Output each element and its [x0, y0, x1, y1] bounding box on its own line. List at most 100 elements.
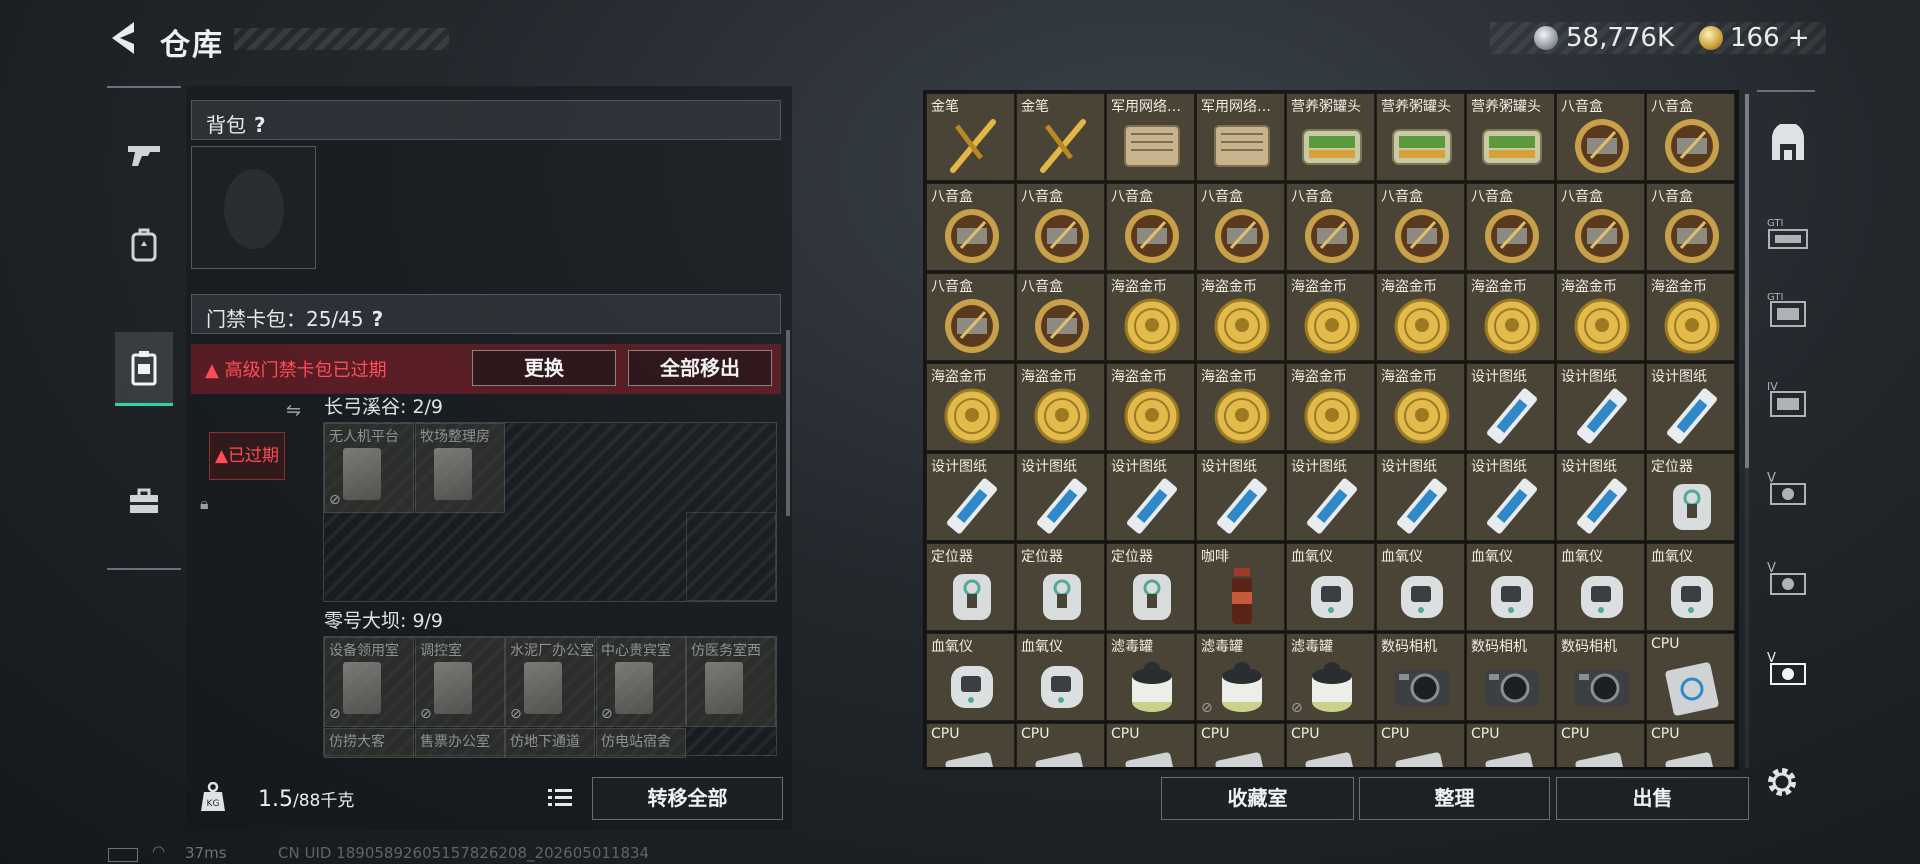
sell-button[interactable]: 出售 [1556, 777, 1749, 820]
item-cell[interactable]: 海盗金币 [1376, 363, 1465, 451]
item-cell[interactable]: 定位器 [1016, 543, 1105, 631]
item-cell[interactable]: 定位器 [1106, 543, 1195, 631]
key-slot[interactable]: 设备领用室 ⊘ [324, 637, 414, 727]
item-cell[interactable]: 八音盒 [1016, 183, 1105, 271]
item-cell[interactable]: 八音盒 [926, 273, 1015, 361]
transfer-all-button[interactable]: 转移全部 [592, 777, 783, 820]
item-cell[interactable]: 定位器 [1646, 453, 1735, 541]
keycard-help-icon[interactable]: ? [372, 307, 384, 331]
key-slot[interactable]: 水泥厂办公室 ⊘ [505, 637, 595, 727]
category-v1[interactable]: V [1763, 460, 1813, 516]
item-cell[interactable]: 八音盒 [1376, 183, 1465, 271]
item-cell[interactable]: 设计图纸 [1376, 453, 1465, 541]
item-cell[interactable]: 海盗金币 [926, 363, 1015, 451]
expired-keycard[interactable]: ▲已过期 [209, 432, 285, 480]
key-slot[interactable]: 仿电站宿舍 [596, 728, 686, 758]
item-cell[interactable]: 海盗金币 [1286, 363, 1375, 451]
sort-button[interactable]: 整理 [1359, 777, 1550, 820]
item-cell[interactable]: 滤毒罐 ⊘ [1286, 633, 1375, 721]
item-cell[interactable]: 滤毒罐 ⊘ [1196, 633, 1285, 721]
item-cell[interactable]: 海盗金币 [1376, 273, 1465, 361]
item-cell[interactable]: 滤毒罐 [1106, 633, 1195, 721]
item-cell[interactable]: 八音盒 [1646, 183, 1735, 271]
key-slot[interactable]: 售票办公室 [415, 728, 505, 758]
swap-icon[interactable]: ⇋ [286, 400, 301, 421]
item-cell[interactable]: 营养粥罐头 [1286, 93, 1375, 181]
replace-button[interactable]: 更换 [472, 350, 616, 386]
item-cell[interactable]: 八音盒 [1646, 93, 1735, 181]
item-cell[interactable]: 海盗金币 [1106, 273, 1195, 361]
remove-all-button[interactable]: 全部移出 [628, 350, 772, 386]
item-cell[interactable]: 设计图纸 [1196, 453, 1285, 541]
key-slot[interactable]: 无人机平台 ⊘ [324, 423, 414, 513]
item-cell[interactable]: 海盗金币 [1556, 273, 1645, 361]
item-cell[interactable]: 数码相机 [1376, 633, 1465, 721]
item-cell[interactable]: 定位器 [926, 543, 1015, 631]
item-cell[interactable]: 血氧仪 [1016, 633, 1105, 721]
nav-armor[interactable] [115, 208, 173, 282]
item-cell[interactable]: 金笔 [1016, 93, 1105, 181]
collection-room-button[interactable]: 收藏室 [1161, 777, 1354, 820]
warehouse-scrollbar[interactable] [1745, 94, 1749, 468]
settings-button[interactable] [1762, 762, 1802, 802]
backpack-slot[interactable] [191, 146, 316, 269]
item-cell[interactable]: 设计图纸 [1556, 453, 1645, 541]
category-v2[interactable]: V [1763, 550, 1813, 606]
category-iv[interactable]: IV [1763, 370, 1813, 426]
nav-keycard[interactable] [115, 332, 173, 406]
item-cell[interactable]: 海盗金币 [1196, 363, 1285, 451]
item-cell[interactable]: 八音盒 [1016, 273, 1105, 361]
item-cell[interactable]: 设计图纸 [1646, 363, 1735, 451]
item-cell[interactable]: 八音盒 [1466, 183, 1555, 271]
item-cell[interactable]: CPU [1106, 723, 1195, 767]
item-cell[interactable]: 设计图纸 [926, 453, 1015, 541]
item-cell[interactable]: 海盗金币 [1466, 273, 1555, 361]
item-cell[interactable]: 军用网络… [1196, 93, 1285, 181]
key-slot[interactable]: 仿地下通道 [505, 728, 595, 758]
item-cell[interactable]: CPU [1556, 723, 1645, 767]
key-slot[interactable]: 调控室 ⊘ [415, 637, 505, 727]
add-gold-icon[interactable]: + [1788, 23, 1810, 53]
item-cell[interactable]: 设计图纸 [1016, 453, 1105, 541]
item-cell[interactable]: 血氧仪 [1466, 543, 1555, 631]
category-v3[interactable]: V [1763, 640, 1813, 696]
category-gti[interactable]: GTI [1763, 206, 1813, 262]
item-cell[interactable]: 军用网络… [1106, 93, 1195, 181]
item-cell[interactable]: 咖啡 [1196, 543, 1285, 631]
item-cell[interactable]: 数码相机 [1466, 633, 1555, 721]
item-cell[interactable]: CPU [1286, 723, 1375, 767]
item-cell[interactable]: CPU [1466, 723, 1555, 767]
key-slot[interactable]: 仿医务室西 [686, 637, 776, 727]
item-cell[interactable]: CPU [1016, 723, 1105, 767]
item-cell[interactable]: 海盗金币 [1646, 273, 1735, 361]
item-cell[interactable]: 海盗金币 [1196, 273, 1285, 361]
item-cell[interactable]: CPU [1646, 723, 1735, 767]
item-cell[interactable]: 设计图纸 [1466, 363, 1555, 451]
item-cell[interactable]: 八音盒 [1106, 183, 1195, 271]
item-cell[interactable]: 设计图纸 [1466, 453, 1555, 541]
item-cell[interactable]: 血氧仪 [1376, 543, 1465, 631]
item-cell[interactable]: 八音盒 [1286, 183, 1375, 271]
back-button[interactable] [104, 18, 150, 58]
item-cell[interactable]: 血氧仪 [1646, 543, 1735, 631]
key-slot[interactable]: 仿捞大客 [324, 728, 414, 758]
item-cell[interactable]: 血氧仪 [926, 633, 1015, 721]
item-cell[interactable]: 设计图纸 [1556, 363, 1645, 451]
item-cell[interactable]: 海盗金币 [1286, 273, 1375, 361]
list-view-button[interactable] [542, 782, 578, 814]
item-cell[interactable]: CPU [926, 723, 1015, 767]
item-cell[interactable]: 八音盒 [1556, 183, 1645, 271]
item-cell[interactable]: 设计图纸 [1106, 453, 1195, 541]
left-scrollbar[interactable] [786, 330, 790, 516]
item-cell[interactable]: 血氧仪 [1286, 543, 1375, 631]
nav-toolbox[interactable] [115, 464, 173, 538]
gold-amount[interactable]: 166 + [1730, 23, 1810, 53]
item-cell[interactable]: 设计图纸 [1286, 453, 1375, 541]
item-cell[interactable]: 海盗金币 [1106, 363, 1195, 451]
key-slot[interactable]: 牧场整理房 [415, 423, 505, 513]
backpack-help-icon[interactable]: ? [254, 113, 266, 137]
item-cell[interactable]: 数码相机 [1556, 633, 1645, 721]
item-cell[interactable]: 海盗金币 [1016, 363, 1105, 451]
key-slot[interactable]: 中心贵宾室 ⊘ [596, 637, 686, 727]
item-cell[interactable]: 营养粥罐头 [1466, 93, 1555, 181]
